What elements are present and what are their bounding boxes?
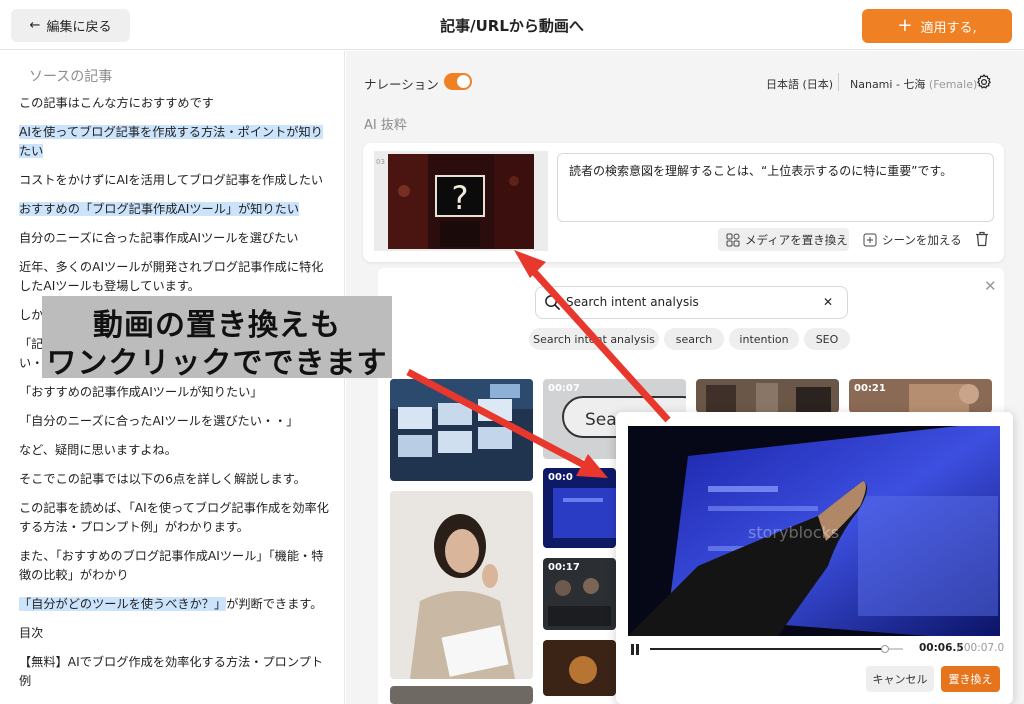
ai-excerpt-label: AI 抜粋: [364, 118, 407, 133]
article-paragraph-highlighted: 「自分がどのツールを使うべきか？」が判断できます。: [19, 597, 323, 611]
playback-progress-bar[interactable]: [650, 645, 903, 653]
search-icon: [545, 295, 561, 311]
cancel-button[interactable]: キャンセル: [866, 666, 934, 692]
article-paragraph-highlighted: AIを使ってブログ記事を作成する方法・ポイントが知りたい: [19, 125, 323, 158]
add-box-icon: [863, 233, 877, 246]
article-paragraph: また、「おすすめのブログ記事作成AIツール」「機能・特徴の比較」がわかり: [19, 549, 324, 582]
voice-gender: (Female): [928, 78, 978, 91]
search-value: Search intent analysis: [566, 295, 699, 309]
media-result[interactable]: [390, 491, 533, 679]
scene-thumbnail[interactable]: ?: [374, 151, 548, 251]
apply-button[interactable]: + 適用する,: [862, 9, 1012, 43]
article-paragraph: 「自分のニーズに合ったAIツールを選びたい・・」: [19, 414, 299, 428]
narration-toggle[interactable]: [444, 73, 472, 90]
pause-icon[interactable]: [631, 644, 639, 655]
voice-name: Nanami - 七海: [850, 78, 926, 91]
article-paragraph: この記事はこんな方におすすめです: [19, 96, 214, 110]
article-paragraph: そこでこの記事では以下の6点を詳しく解説します。: [19, 472, 306, 486]
office-image: [696, 379, 839, 413]
apply-button-label: 適用する,: [920, 20, 977, 36]
playback-progress-fill: [650, 648, 886, 650]
woman-stress-image: [390, 491, 533, 679]
media-grid-icon: [726, 233, 740, 246]
media-result[interactable]: [390, 686, 533, 704]
lamp-image: [543, 640, 616, 696]
replace-media-label: メディアを置き換え: [745, 232, 848, 247]
article-paragraph: 「おすすめの記事作成AIツールが知りたい」: [19, 385, 263, 399]
annotation-line-2: ワンクリックでできます: [46, 346, 388, 381]
article-paragraph: 目次: [19, 626, 44, 640]
plus-icon: +: [897, 15, 913, 36]
divider: [838, 73, 839, 91]
svg-text:?: ?: [452, 179, 469, 217]
total-time: / 00:07.0: [957, 642, 1005, 654]
svg-text:Sea: Sea: [585, 410, 617, 430]
add-scene-button[interactable]: シーンを加える: [863, 228, 962, 251]
media-result[interactable]: 00:0: [543, 468, 616, 548]
media-result[interactable]: 00:17: [543, 558, 616, 630]
touch-screen-image: storyblocks: [628, 426, 1000, 636]
annotation-callout: 動画の置き換えも ワンクリックでできます: [42, 296, 392, 381]
media-result[interactable]: [543, 640, 616, 696]
source-article-title: ソースの記事: [29, 69, 113, 85]
duration-badge: 00:21: [854, 383, 886, 394]
replace-media-button[interactable]: メディアを置き換え: [718, 228, 849, 251]
article-paragraph: コストをかけずにAIを活用してブログ記事を作成したい: [19, 173, 324, 187]
scene-number: 03: [376, 158, 385, 166]
keyword-chip[interactable]: Search intent analysis: [529, 328, 659, 350]
article-paragraph: など、疑問に思いますよね。: [19, 443, 177, 457]
article-paragraph: 自分のニーズに合った記事作成AIツールを選びたい: [19, 231, 299, 245]
media-result[interactable]: 00:21: [849, 379, 992, 413]
keyword-chip[interactable]: search: [664, 328, 724, 350]
clear-search-icon[interactable]: ✕: [823, 295, 833, 309]
duration-badge: 00:07: [548, 383, 580, 394]
article-paragraph: 【無料】AIでブログ作成を効率化する方法・プロンプト例: [19, 655, 324, 688]
dashboard-image: [390, 379, 533, 481]
voice-language[interactable]: 日本語 (日本): [766, 76, 833, 92]
article-paragraph: この記事を読めば、「AIを使ってブログ記事作成を効率化する方法・プロンプト例」が…: [19, 501, 329, 534]
close-icon[interactable]: ✕: [984, 277, 997, 295]
top-bar: ← 編集に戻る 記事/URLから動画へ + 適用する,: [0, 0, 1024, 50]
watermark: storyblocks: [748, 523, 839, 542]
question-mark-image: ?: [388, 154, 534, 249]
voice-selector[interactable]: Nanami - 七海 (Female): [850, 76, 977, 92]
trash-icon[interactable]: [975, 231, 989, 247]
replace-button[interactable]: 置き換え: [941, 666, 1000, 692]
scene-text-field[interactable]: 読者の検索意図を理解することは、“上位表示するのに特に重要”です。: [557, 153, 994, 222]
keyword-chip[interactable]: SEO: [804, 328, 850, 350]
narration-label: ナレーション: [364, 77, 439, 92]
partial-image: [390, 686, 533, 704]
keyword-chip[interactable]: intention: [729, 328, 799, 350]
media-result[interactable]: [390, 379, 533, 481]
source-article-body: この記事はこんな方におすすめです AIを使ってブログ記事を作成する方法・ポイント…: [19, 94, 331, 701]
article-paragraph-highlighted: おすすめの「ブログ記事作成AIツール」が知りたい: [19, 202, 300, 216]
duration-badge: 00:0: [548, 472, 573, 483]
add-scene-label: シーンを加える: [882, 232, 962, 247]
media-result[interactable]: [696, 379, 839, 413]
duration-badge: 00:17: [548, 562, 580, 573]
preview-video[interactable]: storyblocks: [628, 426, 1000, 636]
article-paragraph: 近年、多くのAIツールが開発されブログ記事作成に特化したAIツールも登場していま…: [19, 260, 324, 293]
gear-icon[interactable]: [975, 73, 993, 91]
